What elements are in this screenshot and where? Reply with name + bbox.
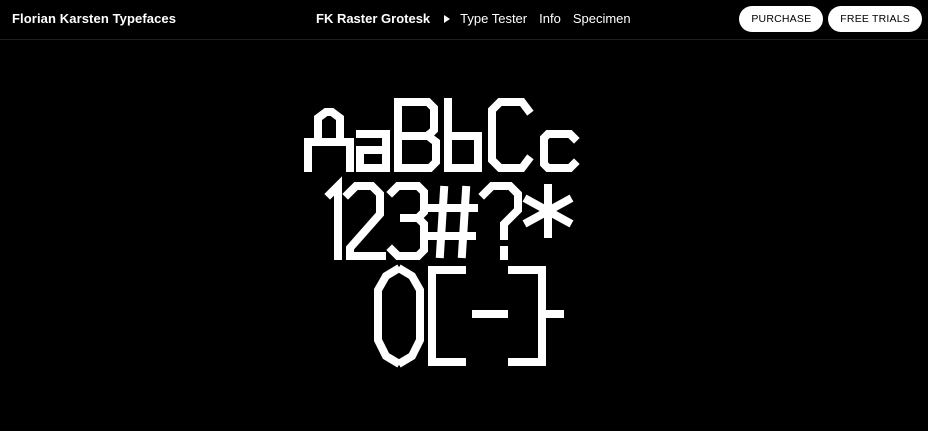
nav-specimen[interactable]: Specimen [573,11,631,26]
font-navigation: FK Raster Grotesk Type Tester Info Speci… [316,11,643,26]
top-navigation-bar: Florian Karsten Typefaces FK Raster Grot… [0,0,928,40]
play-icon [444,14,451,23]
nav-type-tester[interactable]: Type Tester [460,11,527,26]
brand-link[interactable]: Florian Karsten Typefaces [12,11,176,26]
purchase-button[interactable]: PURCHASE [739,6,824,32]
specimen-line-1 [304,98,580,172]
free-trials-button[interactable]: FREE TRIALS [828,6,922,32]
font-name-link[interactable]: FK Raster Grotesk [316,11,430,26]
specimen-glyphs [304,98,580,368]
nav-info[interactable]: Info [539,11,561,26]
page: Florian Karsten Typefaces FK Raster Grot… [0,0,928,431]
specimen-line-2 [324,176,574,260]
header-actions: PURCHASE FREE TRIALS [739,6,922,32]
type-specimen-display [0,40,928,431]
specimen-line-3 [374,264,564,368]
